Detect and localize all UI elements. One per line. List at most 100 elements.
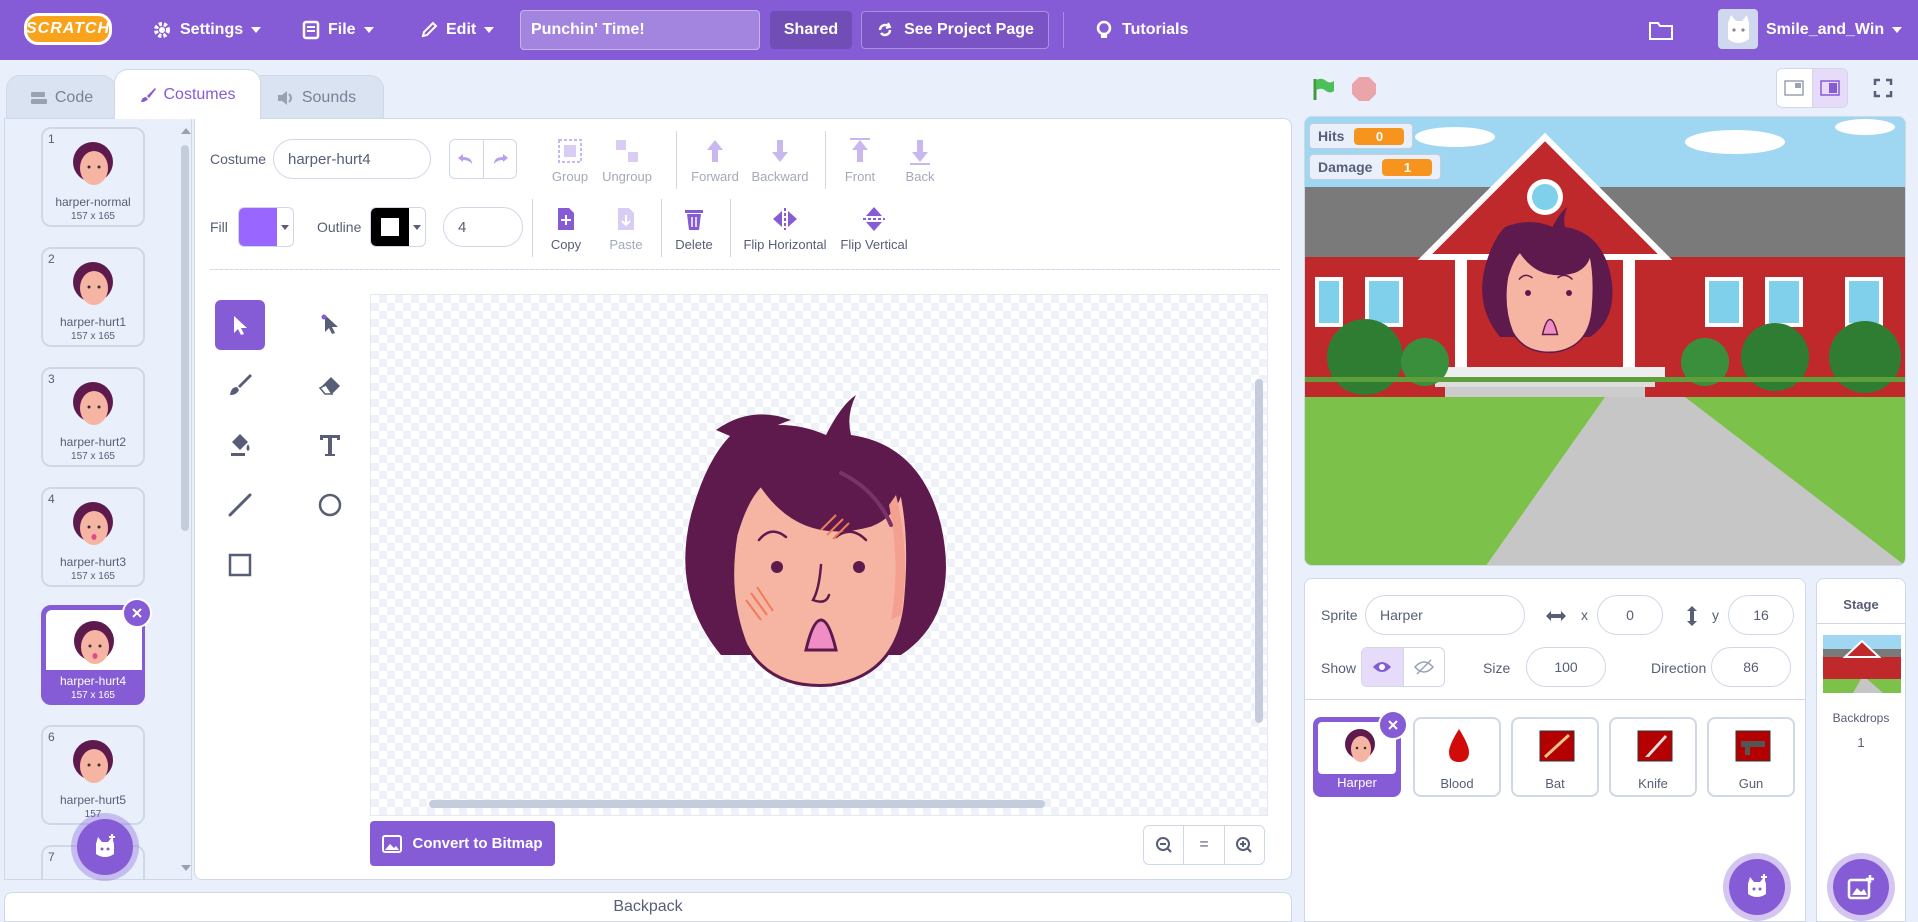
image-add-icon bbox=[1847, 875, 1874, 900]
delete-costume-button[interactable] bbox=[122, 598, 152, 628]
fill-color-picker[interactable] bbox=[238, 207, 294, 247]
toolbar-divider bbox=[661, 199, 662, 257]
project-title-input[interactable]: Punchin' Time! bbox=[520, 10, 760, 50]
costume-name: harper-hurt4 bbox=[59, 674, 127, 688]
direction-label: Direction bbox=[1651, 660, 1707, 676]
group-label: Group bbox=[551, 169, 589, 184]
avatar[interactable] bbox=[1718, 9, 1758, 49]
costume-list-scrollbar[interactable] bbox=[181, 145, 189, 531]
canvas-vertical-scrollbar[interactable] bbox=[1255, 379, 1263, 723]
hide-sprite-button[interactable] bbox=[1404, 648, 1445, 686]
rectangle-tool[interactable] bbox=[215, 540, 265, 590]
paste-icon bbox=[618, 208, 634, 230]
sprite-tile-gun[interactable]: Gun bbox=[1707, 717, 1795, 797]
y-position-input[interactable]: 16 bbox=[1728, 595, 1794, 635]
text-tool[interactable] bbox=[305, 420, 355, 470]
costume-item[interactable]: 3 harper-hurt2 157 x 165 bbox=[41, 367, 145, 467]
small-stage-button[interactable] bbox=[1777, 69, 1813, 107]
tab-sounds[interactable]: Sounds bbox=[248, 75, 384, 119]
choose-sprite-button[interactable] bbox=[1729, 859, 1785, 915]
tab-code[interactable]: Code bbox=[6, 75, 116, 119]
backpack[interactable]: Backpack bbox=[4, 892, 1292, 922]
group-icon bbox=[558, 139, 582, 163]
paint-bucket-icon bbox=[231, 434, 250, 456]
costume-name-input[interactable]: harper-hurt4 bbox=[273, 139, 431, 179]
zoom-out-button[interactable] bbox=[1144, 826, 1185, 864]
costume-item[interactable]: 4 harper-hurt3 157 x 165 bbox=[41, 487, 145, 587]
scroll-up-icon[interactable] bbox=[180, 125, 192, 135]
scratch-logo[interactable]: SCRATCH bbox=[24, 13, 112, 45]
stage[interactable]: Hits 0 Damage 1 bbox=[1304, 116, 1906, 566]
backward-button[interactable]: Backward bbox=[747, 137, 813, 184]
fullscreen-icon[interactable] bbox=[1873, 78, 1893, 98]
reshape-tool[interactable] bbox=[305, 300, 355, 350]
sprite-tile-bat[interactable]: Bat bbox=[1511, 717, 1599, 797]
line-tool[interactable] bbox=[215, 480, 265, 530]
brush-tool[interactable] bbox=[215, 360, 265, 410]
choose-costume-button[interactable] bbox=[77, 819, 133, 875]
gun-card-thumbnail bbox=[1735, 730, 1771, 762]
username: Smile_and_Win bbox=[1766, 21, 1885, 38]
shared-button[interactable]: Shared bbox=[770, 11, 852, 49]
copy-button[interactable]: Copy bbox=[541, 205, 591, 252]
canvas-horizontal-scrollbar[interactable] bbox=[429, 800, 1045, 808]
flip-horizontal-button[interactable]: Flip Horizontal bbox=[740, 205, 830, 252]
hits-monitor[interactable]: Hits 0 bbox=[1309, 123, 1414, 149]
zoom-in-button[interactable] bbox=[1225, 826, 1264, 864]
undo-button[interactable] bbox=[450, 140, 484, 178]
outline-color-picker[interactable] bbox=[370, 207, 426, 247]
circle-tool[interactable] bbox=[305, 480, 355, 530]
edit-menu[interactable]: Edit bbox=[420, 0, 495, 60]
direction-input[interactable]: 86 bbox=[1711, 647, 1791, 687]
copy-icon bbox=[558, 208, 574, 230]
outline-width-input[interactable]: 4 bbox=[443, 207, 523, 247]
see-project-page-button[interactable]: See Project Page bbox=[861, 11, 1049, 49]
tutorials-button[interactable]: Tutorials bbox=[1094, 0, 1188, 60]
choose-backdrop-button[interactable] bbox=[1833, 859, 1889, 915]
settings-menu[interactable]: Settings bbox=[152, 0, 262, 60]
fill-tool[interactable] bbox=[215, 420, 265, 470]
x-position-input[interactable]: 0 bbox=[1597, 595, 1663, 635]
damage-monitor[interactable]: Damage 1 bbox=[1309, 154, 1442, 180]
stop-icon[interactable] bbox=[1351, 76, 1377, 102]
front-button[interactable]: Front bbox=[835, 137, 885, 184]
tab-costumes[interactable]: Costumes bbox=[114, 69, 261, 119]
forward-button[interactable]: Forward bbox=[685, 137, 745, 184]
convert-to-bitmap-button[interactable]: Convert to Bitmap bbox=[370, 821, 555, 866]
show-sprite-button[interactable] bbox=[1362, 648, 1404, 686]
eraser-tool[interactable] bbox=[305, 360, 355, 410]
costume-item[interactable]: 2 harper-hurt1 157 x 165 bbox=[41, 247, 145, 347]
chevron-down-icon bbox=[363, 27, 374, 33]
flip-vertical-button[interactable]: Flip Vertical bbox=[835, 205, 913, 252]
size-input[interactable]: 100 bbox=[1526, 647, 1606, 687]
paint-canvas[interactable] bbox=[370, 294, 1268, 816]
costume-item[interactable]: 1 harper-normal 157 x 165 bbox=[41, 127, 145, 227]
delete-sprite-button[interactable] bbox=[1378, 710, 1408, 740]
delete-button[interactable]: Delete bbox=[668, 205, 720, 252]
normal-stage-button[interactable] bbox=[1812, 69, 1847, 107]
account-menu[interactable]: Smile_and_Win bbox=[1766, 0, 1903, 60]
costume-item-selected[interactable]: 5 harper-hurt4 157 x 165 bbox=[41, 598, 152, 705]
redo-button[interactable] bbox=[484, 140, 517, 178]
monitor-label: Hits bbox=[1318, 128, 1345, 144]
sprite-name-input[interactable]: Harper bbox=[1365, 595, 1525, 635]
convert-to-bitmap-label: Convert to Bitmap bbox=[412, 835, 543, 852]
chevron-down-icon bbox=[413, 224, 421, 230]
scroll-down-icon[interactable] bbox=[180, 863, 192, 873]
green-flag-icon[interactable] bbox=[1310, 76, 1336, 102]
outline-color-swatch bbox=[371, 208, 409, 246]
sprite-tile-blood[interactable]: Blood bbox=[1413, 717, 1501, 797]
group-button[interactable]: Group bbox=[545, 137, 595, 184]
sprite-tile-harper[interactable]: Harper bbox=[1313, 710, 1408, 797]
costume-item[interactable]: 6 harper-hurt5 157 bbox=[41, 725, 145, 825]
stage-target-pane[interactable]: Stage Backdrops 1 bbox=[1816, 578, 1906, 922]
folder-icon[interactable] bbox=[1648, 18, 1674, 42]
select-tool[interactable] bbox=[215, 300, 265, 350]
file-menu[interactable]: File bbox=[302, 0, 374, 60]
zoom-reset-button[interactable]: = bbox=[1184, 826, 1225, 864]
ungroup-button[interactable]: Ungroup bbox=[597, 137, 657, 184]
back-button[interactable]: Back bbox=[895, 137, 945, 184]
paste-button[interactable]: Paste bbox=[601, 205, 651, 252]
speaker-icon bbox=[277, 90, 292, 105]
sprite-tile-knife[interactable]: Knife bbox=[1609, 717, 1697, 797]
